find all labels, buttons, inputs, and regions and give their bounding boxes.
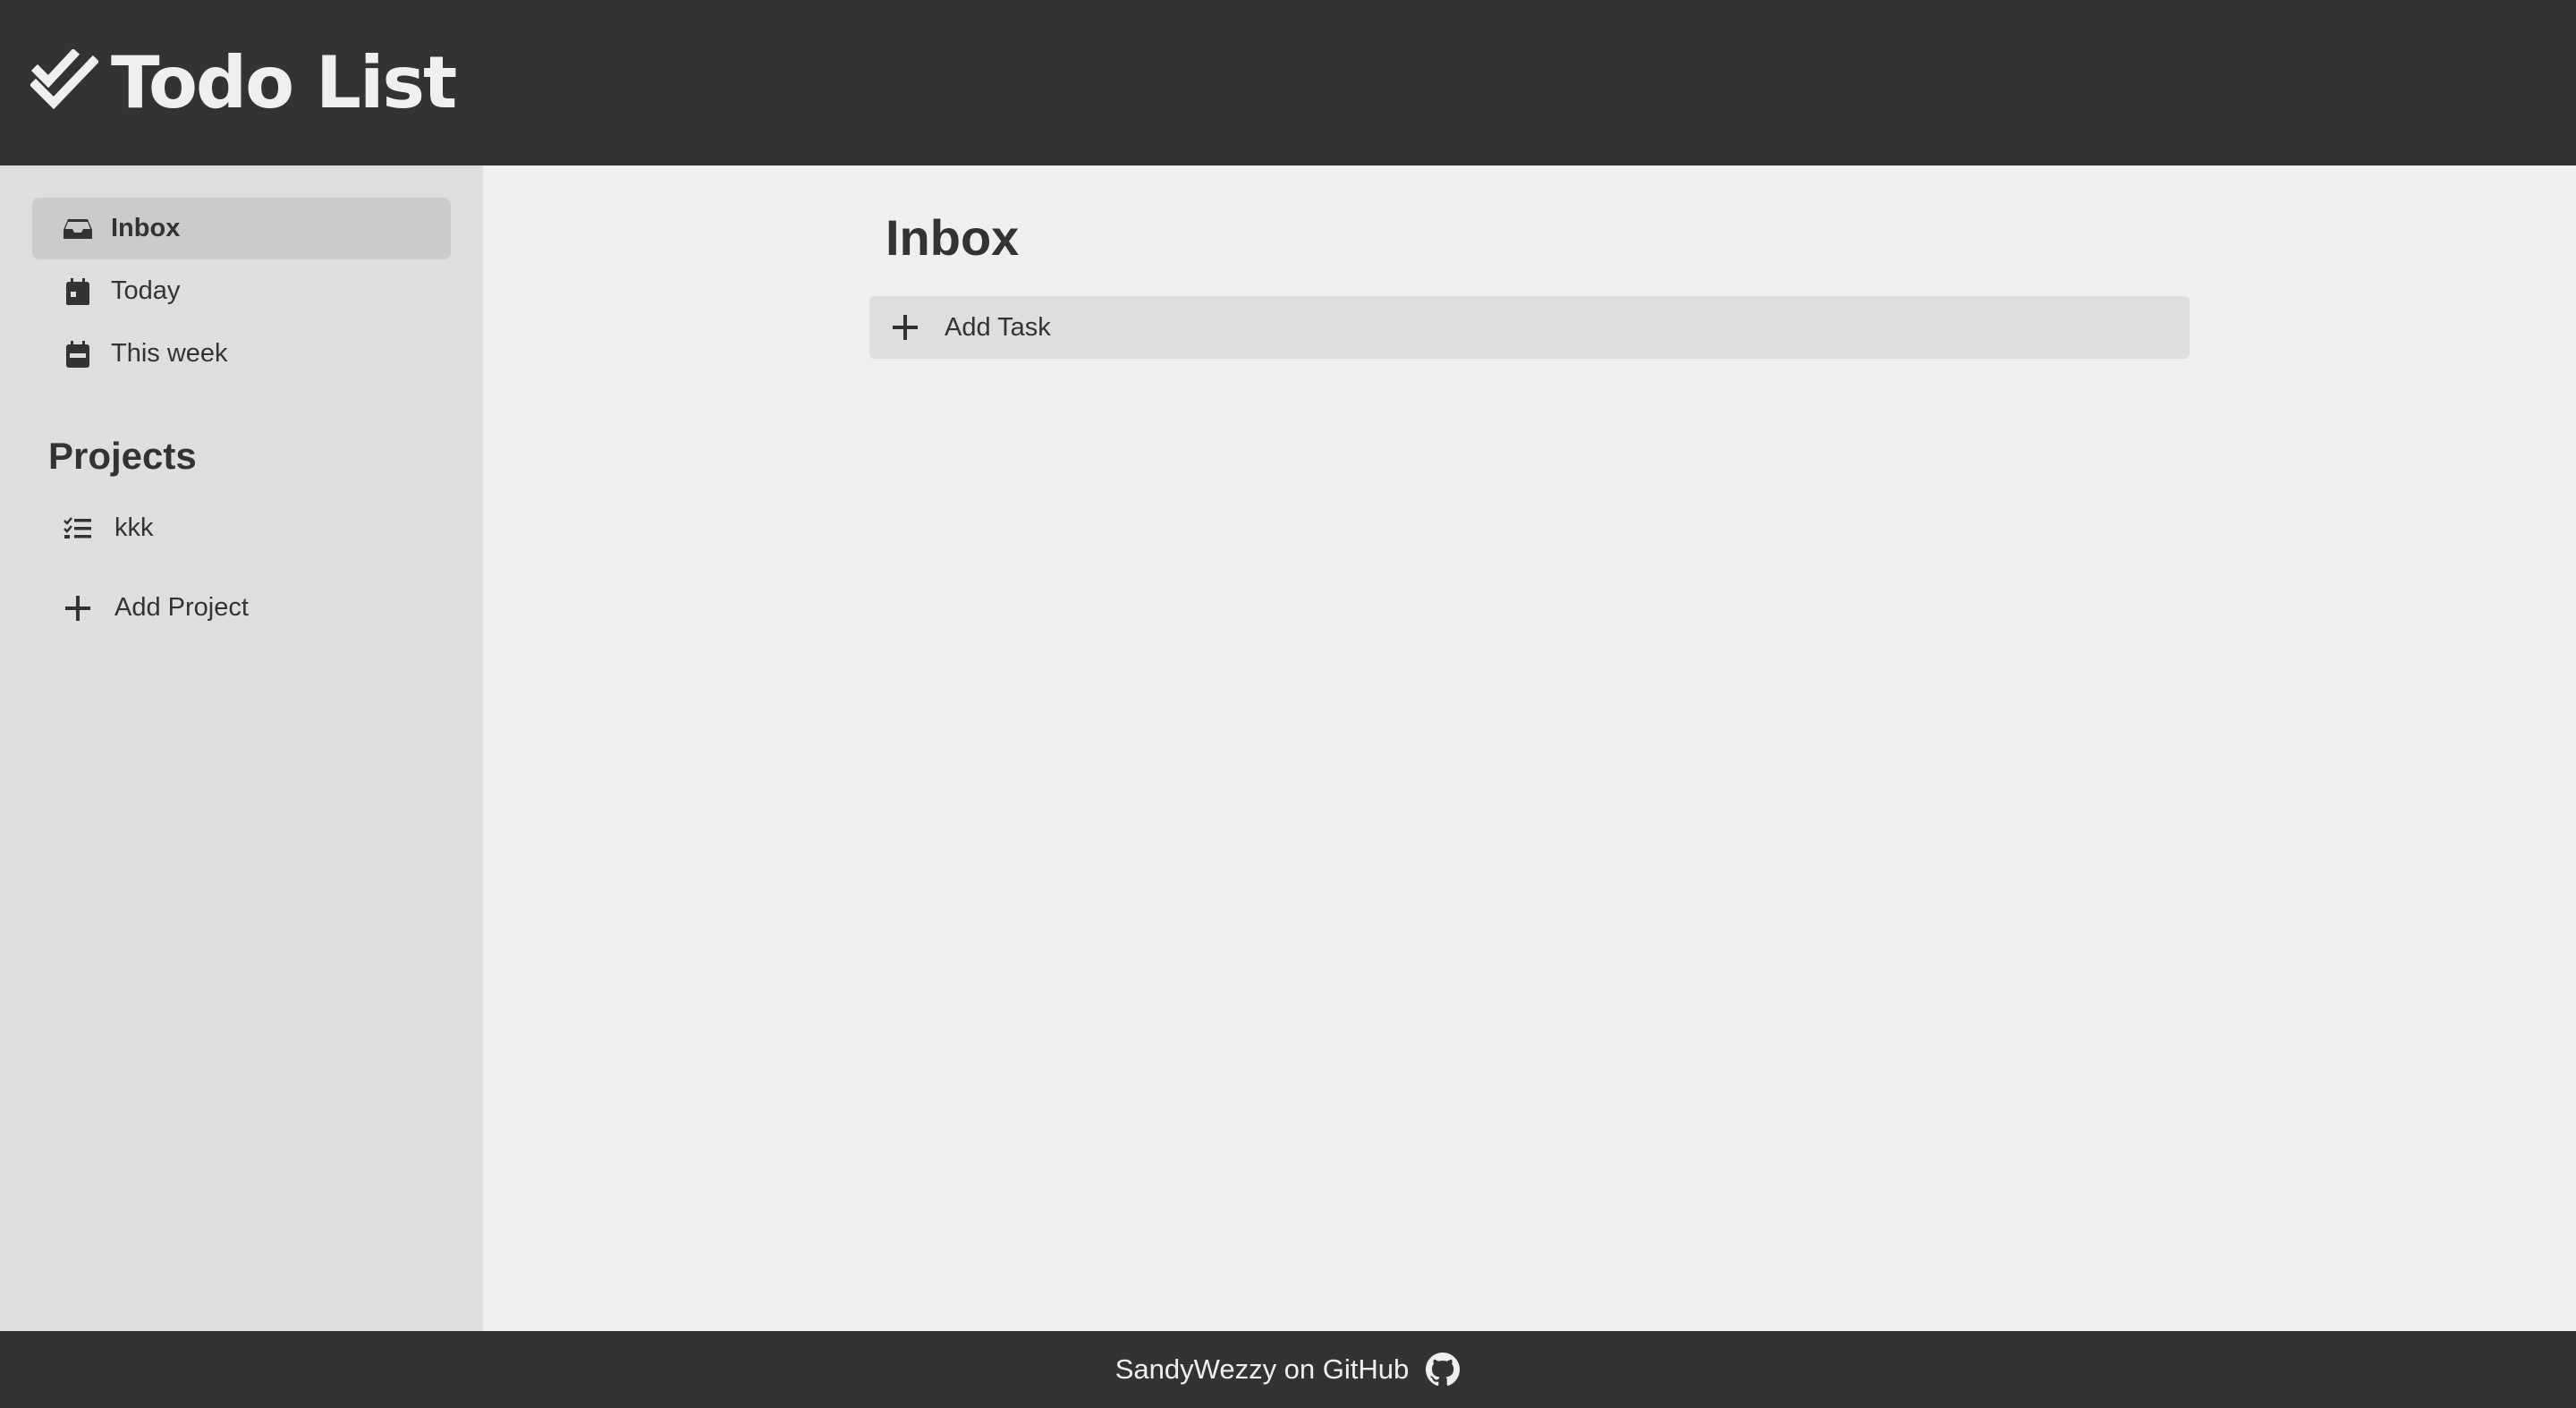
project-item-kkk[interactable]: kkk — [32, 497, 451, 559]
calendar-day-icon — [63, 276, 93, 307]
projects-heading: Projects — [48, 435, 197, 477]
double-check-icon — [30, 48, 98, 117]
add-project-label: Add Project — [114, 593, 249, 622]
list-check-icon — [63, 513, 93, 544]
plus-icon — [63, 593, 93, 623]
add-project-button[interactable]: Add Project — [32, 577, 451, 639]
github-icon — [1425, 1352, 1461, 1387]
sidebar-item-label: Today — [111, 276, 181, 305]
main-content: Inbox Add Task — [483, 165, 2576, 1331]
sidebar-item-today[interactable]: Today — [32, 260, 451, 322]
sidebar: Inbox Today This week Projects kkk Add P… — [0, 165, 483, 1331]
page-title: Inbox — [886, 209, 1020, 266]
add-task-label: Add Task — [945, 312, 1051, 342]
app-footer: SandyWezzy on GitHub — [0, 1331, 2576, 1408]
app-title: Todo List — [111, 40, 457, 124]
sidebar-item-label: Inbox — [111, 214, 181, 242]
github-link-text: SandyWezzy on GitHub — [1114, 1353, 1410, 1385]
sidebar-item-label: This week — [111, 339, 228, 368]
sidebar-item-inbox[interactable]: Inbox — [32, 198, 451, 259]
app: Todo List Inbox Today This week Projects… — [0, 0, 2576, 1408]
calendar-week-icon — [63, 339, 93, 369]
app-header: Todo List — [0, 0, 2576, 165]
project-label: kkk — [114, 513, 154, 542]
plus-icon — [891, 313, 919, 342]
sidebar-item-this-week[interactable]: This week — [32, 323, 451, 385]
add-task-button[interactable]: Add Task — [869, 296, 2190, 359]
inbox-icon — [63, 214, 93, 244]
github-link[interactable]: SandyWezzy on GitHub — [1115, 1352, 1462, 1387]
